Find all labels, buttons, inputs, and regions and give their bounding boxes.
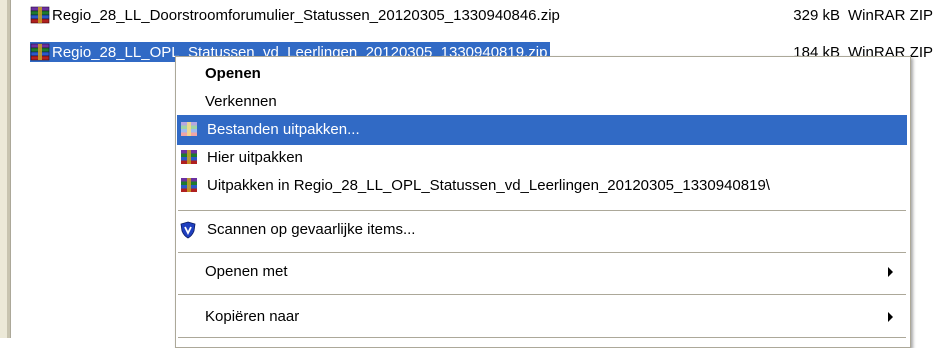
menu-item-scannen[interactable]: Scannen op gevaarlijke items... [177,215,907,245]
file-size: 329 kB [793,7,840,24]
submenu-arrow-icon [888,267,893,277]
menu-item-label: Kopiëren naar [205,308,300,325]
explorer-left-border [0,0,11,338]
menu-item-label: Uitpakken in Regio_28_LL_OPL_Statussen_v… [207,177,770,194]
menu-separator [178,294,906,295]
file-row[interactable]: Regio_28_LL_Doorstroomforumulier_Statuss… [30,4,935,26]
winrar-archive-icon [30,43,50,61]
menu-item-openen-met[interactable]: Openen met [177,257,907,287]
file-name-text: Regio_28_LL_Doorstroomforumulier_Statuss… [52,6,560,24]
menu-item-kopieren-naar[interactable]: Kopiëren naar [177,302,907,332]
context-menu: Openen Verkennen Bestanden uitpakken... … [175,56,911,348]
file-name-cell[interactable]: Regio_28_LL_Doorstroomforumulier_Statuss… [30,5,563,25]
winrar-icon [181,150,197,164]
winrar-icon [181,178,197,192]
shield-icon [180,221,196,239]
winrar-archive-icon [30,6,50,24]
menu-item-label: Hier uitpakken [207,149,303,166]
menu-item-hier-uitpakken[interactable]: Hier uitpakken [177,143,907,173]
menu-item-openen[interactable]: Openen [177,59,907,89]
menu-item-label: Openen met [205,263,288,280]
menu-item-uitpakken-in[interactable]: Uitpakken in Regio_28_LL_OPL_Statussen_v… [177,171,907,201]
menu-separator [178,210,906,211]
menu-item-verkennen[interactable]: Verkennen [177,87,907,117]
menu-item-label: Openen [205,65,261,82]
submenu-arrow-icon [888,312,893,322]
menu-item-label: Bestanden uitpakken... [207,121,360,138]
winrar-extract-icon [181,122,197,136]
menu-separator [178,252,906,253]
menu-item-label: Verkennen [205,93,277,110]
menu-item-bestanden-uitpakken[interactable]: Bestanden uitpakken... [177,115,907,145]
file-type: WinRAR ZIP [848,7,934,24]
menu-item-label: Scannen op gevaarlijke items... [207,221,416,238]
